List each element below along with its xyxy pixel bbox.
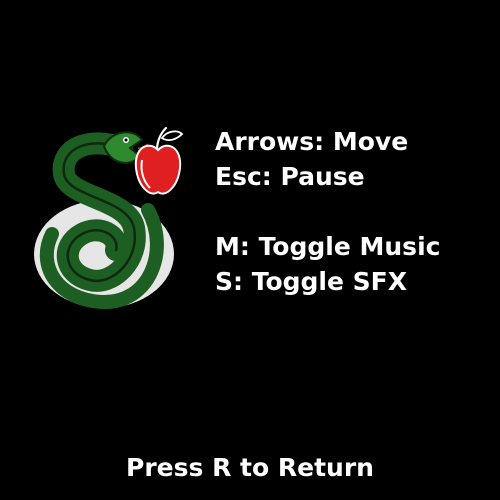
control-toggle-sfx: S: Toggle SFX — [215, 267, 407, 296]
apple-icon — [134, 126, 184, 195]
control-toggle-music: M: Toggle Music — [215, 232, 441, 261]
game-logo — [30, 118, 200, 318]
control-move: Arrows: Move — [215, 127, 409, 156]
return-prompt: Press R to Return — [126, 453, 374, 482]
control-pause: Esc: Pause — [215, 162, 365, 191]
snake-apple-logo-icon — [34, 126, 184, 310]
controls-spacer — [215, 194, 495, 229]
controls-list: Arrows: Move Esc: Pause M: Toggle Music … — [215, 124, 495, 299]
